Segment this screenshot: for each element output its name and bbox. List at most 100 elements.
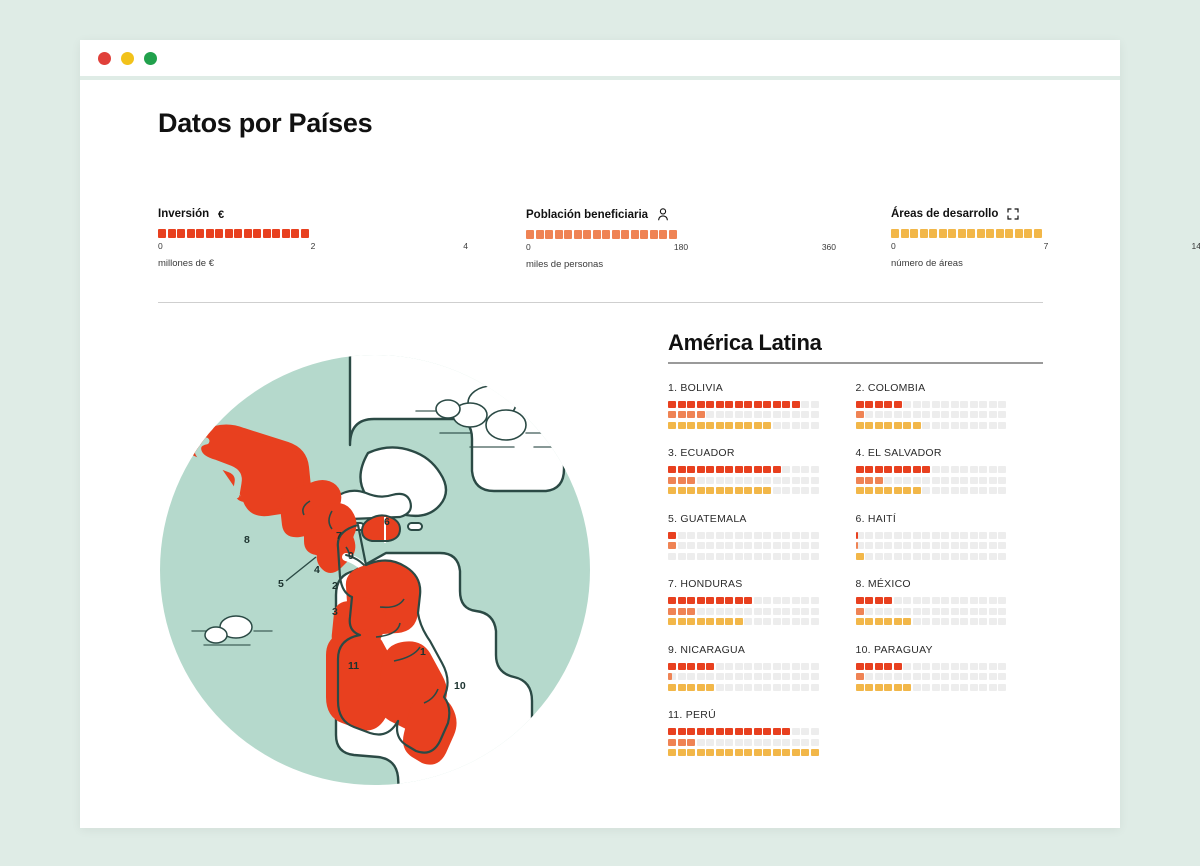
country-item[interactable]: 9. NICARAGUA	[668, 644, 856, 691]
bar-fill-red	[855, 466, 930, 473]
bar-cell-empty	[763, 531, 771, 539]
bar-cell-filled	[763, 466, 771, 473]
bar-cell-empty	[988, 487, 997, 494]
bar-cell-empty	[893, 607, 902, 615]
bar-cell-empty	[988, 400, 997, 408]
bar-cell-empty	[801, 618, 809, 625]
bar-cell-empty	[960, 673, 968, 680]
bar-cell-empty	[988, 411, 997, 418]
bar-cell-empty	[801, 476, 809, 484]
country-item[interactable]: 10. PARAGUAY	[855, 644, 1044, 691]
country-bars	[668, 466, 856, 494]
bar-cell-empty	[922, 673, 930, 680]
bar-fill-red	[668, 728, 790, 735]
bar-cell-filled	[753, 400, 762, 408]
bar-cell-empty	[922, 421, 930, 429]
bar-cell-empty	[960, 476, 968, 484]
bar-cell-empty	[941, 552, 949, 560]
bar-cell-empty	[998, 466, 1006, 473]
bar-cell-empty	[931, 542, 940, 549]
bar-cell-empty	[988, 531, 997, 539]
bar-cell-empty	[782, 607, 790, 615]
legend-inversion-scale: 0 2 4	[158, 241, 468, 254]
bar-cell-filled	[801, 749, 809, 756]
gauge-segment	[948, 229, 956, 238]
bar-cell-filled	[855, 476, 864, 484]
legend-areas-title: Áreas de desarrollo	[891, 208, 1200, 220]
bar-cell-empty	[941, 466, 949, 473]
bar-cell-empty	[706, 531, 714, 539]
bar-cell-empty	[696, 476, 705, 484]
bar-cell-empty	[687, 673, 695, 680]
bar-cell-empty	[903, 552, 911, 560]
country-item[interactable]: 6. HAITÍ	[855, 513, 1044, 560]
bar-cell-empty	[734, 673, 743, 680]
bar-cell-filled	[687, 728, 695, 735]
bar-cell-empty	[922, 607, 930, 615]
bar-track-orange	[855, 607, 1009, 615]
gauge-segment	[583, 230, 591, 239]
bar-cell-filled	[912, 421, 921, 429]
bar-cell-empty	[696, 552, 705, 560]
bar-cell-empty	[782, 683, 790, 691]
bar-cell-empty	[772, 673, 781, 680]
bar-cell-filled	[734, 597, 743, 604]
bar-fill-red	[668, 400, 800, 408]
bar-cell-empty	[801, 728, 809, 735]
bar-cell-filled	[791, 749, 800, 756]
bar-cell-empty	[865, 607, 873, 615]
country-name: 1. BOLIVIA	[668, 381, 724, 394]
bar-cell-empty	[810, 662, 819, 670]
bar-cell-empty	[998, 607, 1006, 615]
country-item[interactable]: 1. BOLIVIA	[668, 382, 856, 429]
bar-cell-empty	[874, 531, 883, 539]
region-panel: América Latina 1. BOLIVIA 2. COLOMBIA 3. E…	[668, 330, 1043, 775]
map-label-9: 9	[348, 550, 354, 562]
window-close-button[interactable]	[98, 51, 111, 65]
gauge-segment	[659, 230, 667, 239]
bar-cell-empty	[791, 476, 800, 484]
bar-cell-filled	[677, 618, 686, 625]
bar-cell-filled	[677, 749, 686, 756]
country-item[interactable]: 7. HONDURAS	[668, 578, 856, 625]
country-item[interactable]: 2. COLOMBIA	[855, 382, 1044, 429]
bar-cell-empty	[744, 607, 752, 615]
bar-cell-filled	[855, 466, 864, 473]
country-item[interactable]: 8. MÉXICO	[855, 578, 1044, 625]
bar-cell-filled	[725, 597, 733, 604]
gauge-segment	[545, 230, 553, 239]
bar-cell-empty	[960, 400, 968, 408]
bar-cell-filled	[715, 728, 724, 735]
window-minimize-button[interactable]	[121, 51, 134, 65]
gauge-segment	[891, 229, 899, 238]
bar-cell-filled	[855, 607, 864, 615]
country-item[interactable]: 5. GUATEMALA	[668, 513, 856, 560]
bar-cell-filled	[874, 487, 883, 494]
bar-fill-red	[668, 662, 714, 670]
bar-track-orange	[668, 738, 821, 746]
gauge-segment	[186, 229, 195, 238]
bar-cell-empty	[791, 738, 800, 746]
bar-cell-empty	[782, 411, 790, 418]
bar-cell-filled	[677, 728, 686, 735]
bar-cell-empty	[893, 597, 902, 604]
country-bars	[668, 400, 856, 429]
gauge-segment	[995, 229, 1004, 238]
bar-cell-empty	[791, 683, 800, 691]
bar-cell-empty	[725, 662, 733, 670]
latin-america-map[interactable]: 1 2 3 4 5 6 7 8 9 10 11	[140, 325, 700, 815]
map-label-11: 11	[348, 660, 359, 672]
bar-cell-empty	[941, 531, 949, 539]
bar-cell-empty	[912, 607, 921, 615]
legend-poblacion-unit: miles de personas	[526, 259, 604, 270]
country-item[interactable]: 3. ECUADOR	[668, 447, 856, 494]
bar-cell-empty	[715, 607, 724, 615]
window-maximize-button[interactable]	[144, 51, 157, 65]
bar-cell-empty	[725, 607, 733, 615]
country-item[interactable]: 4. EL SALVADOR	[855, 447, 1044, 494]
bar-cell-empty	[791, 597, 800, 604]
bar-cell-filled	[687, 400, 695, 408]
country-item[interactable]: 11. PERÚ	[668, 709, 856, 756]
person-icon	[657, 208, 669, 221]
bar-cell-filled	[893, 683, 902, 691]
